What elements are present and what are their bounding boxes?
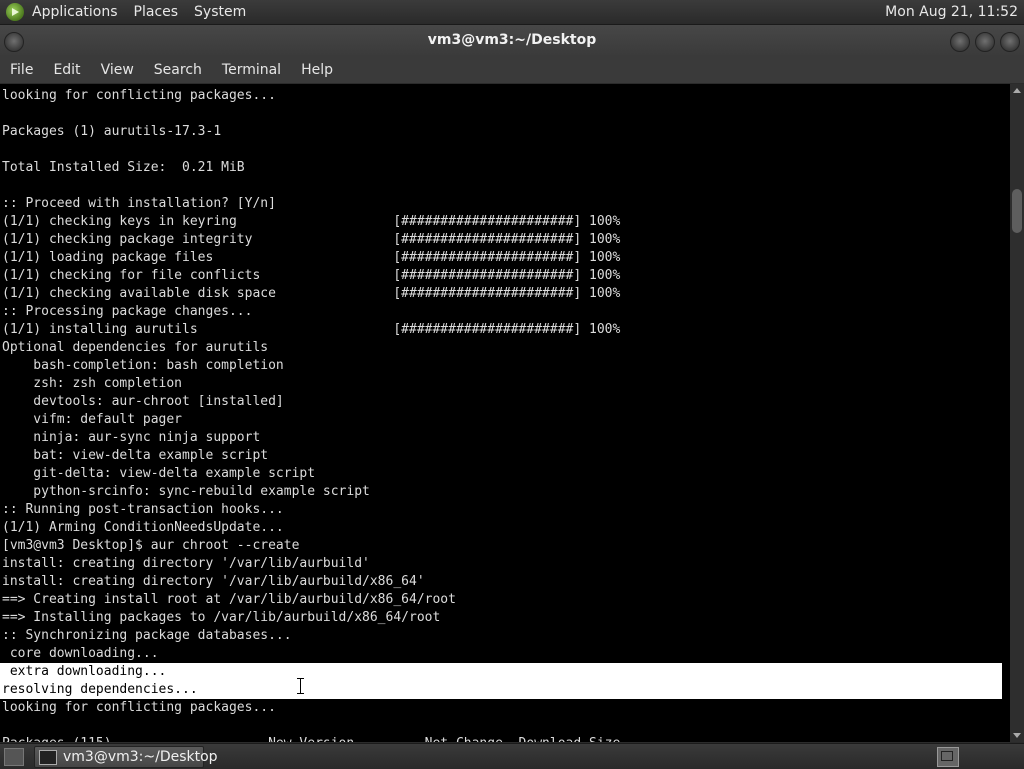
minimize-button[interactable] — [950, 32, 970, 52]
terminal-line: :: Running post-transaction hooks... — [2, 502, 284, 517]
window-titlebar[interactable]: vm3@vm3:~/Desktop — [0, 25, 1024, 57]
terminal-line: looking for conflicting packages... — [2, 88, 276, 103]
text-cursor-icon — [297, 678, 305, 694]
terminal-line: (1/1) Arming ConditionNeedsUpdate... — [2, 520, 284, 535]
terminal-line: [vm3@vm3 Desktop]$ aur chroot --create — [2, 538, 300, 553]
taskbar-window-label: vm3@vm3:~/Desktop — [63, 749, 218, 765]
terminal-line: (1/1) checking for file conflicts [#####… — [2, 268, 621, 283]
terminal-line: zsh: zsh completion — [2, 376, 183, 391]
terminal-line: (1/1) installing aurutils [#############… — [2, 322, 621, 337]
show-desktop-icon[interactable] — [4, 748, 24, 766]
terminal-line: :: Synchronizing package databases... — [2, 628, 292, 643]
terminal-line: (1/1) loading package files [###########… — [2, 250, 621, 265]
terminal-line: install: creating directory '/var/lib/au… — [2, 556, 370, 571]
terminal-line: ==> Creating install root at /var/lib/au… — [2, 592, 456, 607]
terminal-line: looking for conflicting packages... — [2, 700, 276, 715]
menu-file[interactable]: File — [0, 62, 43, 78]
terminal-line: Optional dependencies for aurutils — [2, 340, 269, 355]
terminal-line: ninja: aur-sync ninja support — [2, 430, 261, 445]
terminal-menubar: File Edit View Search Terminal Help — [0, 57, 1024, 83]
terminal-line: python-srcinfo: sync-rebuild example scr… — [2, 484, 370, 499]
taskbar-window-button[interactable]: vm3@vm3:~/Desktop — [34, 746, 218, 768]
terminal-scrollbar[interactable] — [1010, 84, 1024, 742]
terminal-line: extra downloading... — [0, 663, 1002, 681]
terminal-line: Packages (1) aurutils-17.3-1 — [2, 124, 222, 139]
applications-menu[interactable]: Applications — [32, 4, 118, 20]
top-panel: Applications Places System Mon Aug 21, 1… — [0, 0, 1024, 25]
terminal-line: (1/1) checking package integrity [######… — [2, 232, 621, 247]
places-menu[interactable]: Places — [134, 4, 179, 20]
distro-logo-icon[interactable] — [6, 3, 24, 21]
bottom-panel: vm3@vm3:~/Desktop — [0, 743, 1024, 769]
menu-edit[interactable]: Edit — [43, 62, 90, 78]
panel-menus: Applications Places System — [6, 0, 262, 24]
maximize-button[interactable] — [975, 32, 995, 52]
terminal-line: (1/1) checking keys in keyring [########… — [2, 214, 621, 229]
terminal-line: Total Installed Size: 0.21 MiB — [2, 160, 245, 175]
clock[interactable]: Mon Aug 21, 11:52 — [885, 0, 1018, 24]
terminal-line: ==> Installing packages to /var/lib/aurb… — [2, 610, 441, 625]
terminal-line: :: Processing package changes... — [2, 304, 253, 319]
terminal-line: vifm: default pager — [2, 412, 183, 427]
terminal-line: install: creating directory '/var/lib/au… — [2, 574, 425, 589]
terminal-line: Packages (115) New Version Net Change Do… — [2, 735, 1002, 742]
menu-view[interactable]: View — [91, 62, 144, 78]
system-menu[interactable]: System — [194, 4, 246, 20]
workspace-switcher-icon[interactable] — [937, 747, 959, 767]
menu-terminal[interactable]: Terminal — [212, 62, 291, 78]
scroll-up-arrow-icon[interactable] — [1013, 88, 1021, 93]
terminal-line: git-delta: view-delta example script — [2, 466, 316, 481]
terminal-line: bash-completion: bash completion — [2, 358, 284, 373]
terminal-line: :: Proceed with installation? [Y/n] — [2, 196, 276, 211]
window-title: vm3@vm3:~/Desktop — [427, 32, 597, 48]
terminal-line: devtools: aur-chroot [installed] — [2, 394, 284, 409]
terminal-line: core downloading... — [2, 646, 159, 661]
terminal-icon — [39, 750, 57, 765]
terminal-text: looking for conflicting packages... Packa… — [0, 87, 1002, 742]
scroll-down-arrow-icon[interactable] — [1013, 733, 1021, 738]
menu-search[interactable]: Search — [144, 62, 212, 78]
terminal-line: bat: view-delta example script — [2, 448, 269, 463]
terminal-line: (1/1) checking available disk space [###… — [2, 286, 621, 301]
scrollbar-thumb[interactable] — [1012, 189, 1022, 233]
terminal-line: resolving dependencies... — [0, 681, 1002, 699]
menu-help[interactable]: Help — [291, 62, 343, 78]
terminal-output[interactable]: looking for conflicting packages... Packa… — [0, 84, 1010, 742]
close-button[interactable] — [1000, 32, 1020, 52]
